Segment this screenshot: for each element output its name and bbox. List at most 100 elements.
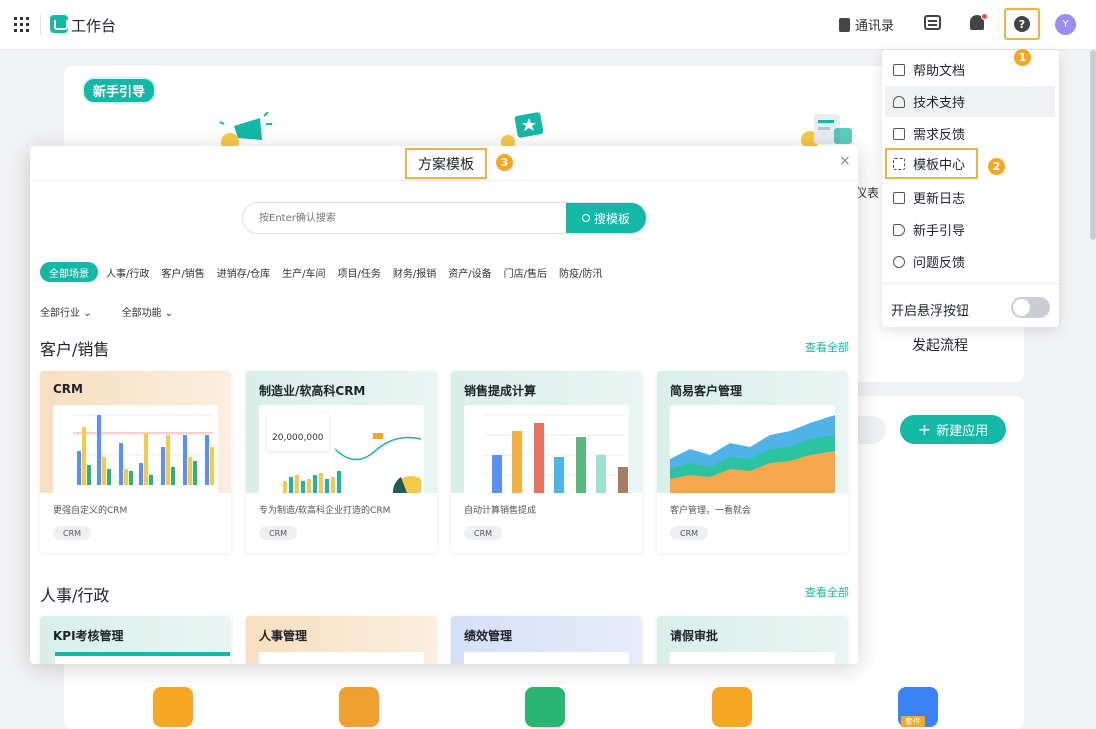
plus-icon: + <box>917 419 932 439</box>
card-title: CRM <box>53 382 83 396</box>
template-search: 搜模板 <box>242 202 647 234</box>
category-tabs: 全部场景 人事/行政 客户/销售 进销存/仓库 生产/车间 项目/任务 财务/报… <box>40 262 608 282</box>
book-open-icon <box>893 63 905 76</box>
mini-bars-graphic <box>283 471 341 493</box>
float-button-toggle[interactable] <box>1011 297 1050 318</box>
function-filter[interactable]: 全部功能 ⌄ <box>122 304 174 319</box>
contacts-label: 通讯录 <box>855 19 895 34</box>
template-card-leave-approval[interactable]: 请假审批 <box>657 616 848 664</box>
tab-epidemic-flood[interactable]: 防疫/防汛 <box>553 262 608 282</box>
card-title: 制造业/软高科CRM <box>259 384 366 398</box>
menu-item-label: 问题反馈 <box>913 256 966 271</box>
megaphone-illustration-icon <box>219 112 272 148</box>
chevron-down-icon: ⌄ <box>164 308 174 319</box>
document-illustration-icon <box>801 114 852 148</box>
tab-finance[interactable]: 财务/报销 <box>387 262 442 282</box>
guide-badge: 新手引导 <box>82 77 157 104</box>
card-description: 自动计算销售提成 <box>464 506 537 516</box>
menu-item-label: 帮助文档 <box>913 64 966 79</box>
notification-dot <box>981 13 988 20</box>
chevron-down-icon: ⌄ <box>83 308 92 319</box>
workbench-logo-icon <box>50 15 68 33</box>
template-card-hr-management[interactable]: 人事管理 <box>246 616 437 664</box>
card-title: KPI考核管理 <box>53 629 124 643</box>
tab-customer-sales[interactable]: 客户/销售 <box>155 262 210 282</box>
section-title-hr: 人事/行政 <box>40 586 110 605</box>
app-network-icon[interactable]: 套件 <box>898 687 938 727</box>
menu-item-label: 模板中心 <box>913 158 966 173</box>
template-card-manufacturing-crm[interactable]: 制造业/软高科CRM 20,000,000 专为制造/软高科企业打造的CRM C… <box>246 371 437 553</box>
modal-header: 方案模板 3 × <box>30 146 858 181</box>
view-all-hr-link[interactable]: 查看全部 <box>805 584 849 600</box>
launch-flow-link[interactable]: 发起流程 <box>912 335 968 355</box>
card-title: 人事管理 <box>259 629 308 643</box>
log-icon <box>893 191 905 204</box>
topbar-divider <box>40 15 41 35</box>
smile-icon <box>893 255 905 268</box>
help-dropdown-menu: 帮助文档 技术支持 需求反馈 模板中心 更新日志 新手引导 问题反馈 开启悬浮按… <box>882 50 1059 327</box>
menu-item-onboarding[interactable]: 新手引导 <box>885 214 1055 245</box>
chat-icon <box>893 127 905 140</box>
callout-3: 3 <box>496 154 513 171</box>
app-bookmark-icon[interactable] <box>525 687 565 727</box>
tab-production[interactable]: 生产/车间 <box>276 262 331 282</box>
template-card-kpi[interactable]: KPI考核管理 <box>40 616 231 664</box>
app-grid-icon[interactable] <box>14 17 29 32</box>
tab-project-task[interactable]: 项目/任务 <box>332 262 387 282</box>
card-tag: CRM <box>53 526 92 540</box>
template-card-performance[interactable]: 绩效管理 <box>451 616 642 664</box>
card-title: 简易客户管理 <box>670 384 743 398</box>
search-template-button[interactable]: 搜模板 <box>566 203 646 233</box>
float-button-label: 开启悬浮按钮 <box>891 304 970 319</box>
industry-filter-label: 全部行业 <box>40 308 80 319</box>
area-chart-thumbnail <box>670 405 835 493</box>
tab-all-scenes[interactable]: 全部场景 <box>40 262 98 282</box>
metric-value: 20,000,000 <box>272 433 324 443</box>
apps-search-input[interactable] <box>856 416 886 444</box>
template-card-simple-customer[interactable]: 简易客户管理 客户管理，一看就会 CRM <box>657 371 848 553</box>
view-all-sales-link[interactable]: 查看全部 <box>805 339 849 355</box>
card-thumbnail <box>259 652 424 664</box>
tab-assets[interactable]: 资产/设备 <box>442 262 497 282</box>
metric-box: 20,000,000 <box>267 413 329 451</box>
app-check-icon[interactable] <box>339 687 379 727</box>
star-flag-illustration-icon <box>501 112 544 148</box>
section-title-sales: 客户/销售 <box>40 340 110 359</box>
menu-item-template-center[interactable]: 模板中心 <box>885 148 978 179</box>
tab-inventory[interactable]: 进销存/仓库 <box>211 262 276 282</box>
template-card-sales-commission[interactable]: 销售提成计算 自动计算销售提成 CRM <box>451 371 642 553</box>
close-icon[interactable]: × <box>839 153 851 169</box>
menu-item-changelog[interactable]: 更新日志 <box>885 182 1055 213</box>
menu-item-tech-support[interactable]: 技术支持 <box>885 86 1055 117</box>
card-title: 销售提成计算 <box>464 384 537 398</box>
card-tag: CRM <box>259 526 298 540</box>
card-thumbnail <box>464 652 629 664</box>
new-app-button[interactable]: + 新建应用 <box>900 415 1006 444</box>
page-scrollbar[interactable] <box>1090 50 1096 240</box>
menu-item-feature-request[interactable]: 需求反馈 <box>885 118 1055 149</box>
tab-hr-admin[interactable]: 人事/行政 <box>100 262 155 282</box>
card-thumbnail <box>670 652 835 664</box>
industry-filter[interactable]: 全部行业 ⌄ <box>40 304 92 319</box>
template-card-crm[interactable]: CRM 更强自定义的CRM CRM <box>40 371 231 553</box>
help-button[interactable]: ? <box>1004 8 1040 40</box>
card-description: 专为制造/软高科企业打造的CRM <box>259 506 391 516</box>
callout-1: 1 <box>1014 49 1031 66</box>
app-chart-icon[interactable] <box>712 687 752 727</box>
template-search-input[interactable] <box>243 203 566 233</box>
dashboard-label: 仪表 <box>855 186 880 200</box>
contacts-button[interactable]: 通讯录 <box>839 15 894 34</box>
card-tag: CRM <box>670 526 709 540</box>
app-cake-icon[interactable] <box>153 687 193 727</box>
notification-bell-icon[interactable] <box>970 13 988 30</box>
menu-item-label: 技术支持 <box>913 96 966 111</box>
top-bar: 工作台 通讯录 ? Y <box>0 0 1096 50</box>
card-tag: CRM <box>464 526 503 540</box>
tab-store-service[interactable]: 门店/售后 <box>498 262 553 282</box>
menu-divider <box>882 283 1059 284</box>
form-table-icon[interactable] <box>924 15 941 30</box>
menu-item-issue-feedback[interactable]: 问题反馈 <box>885 246 1055 277</box>
headset-icon <box>893 95 905 108</box>
bar-chart-thumbnail <box>53 405 218 493</box>
user-avatar[interactable]: Y <box>1055 14 1076 35</box>
